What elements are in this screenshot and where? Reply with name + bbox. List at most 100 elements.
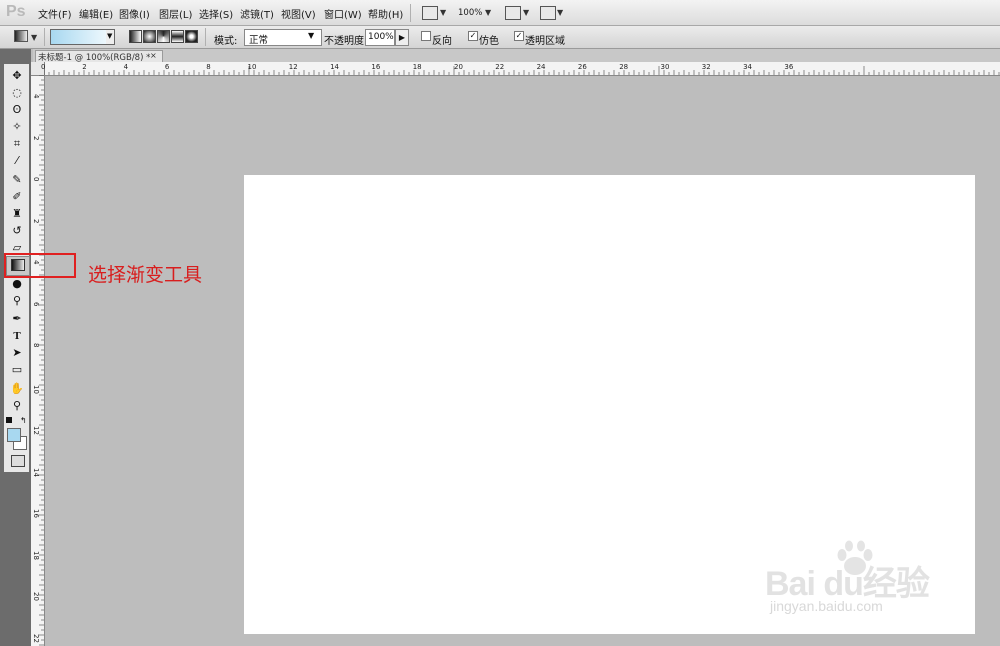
bridge-icon[interactable] <box>422 6 438 20</box>
tool-preset-icon[interactable] <box>14 30 28 42</box>
ruler-horizontal-label: 14 <box>330 63 340 71</box>
ruler-horizontal-label: 20 <box>454 63 463 71</box>
ruler-horizontal-label: 24 <box>536 63 546 71</box>
screen-mode-icon[interactable] <box>540 6 556 20</box>
menu-help[interactable]: 帮助(H) <box>368 6 403 21</box>
ruler-horizontal-label: 26 <box>577 63 587 71</box>
ruler-horizontal-label: 18 <box>412 63 422 71</box>
options-separator <box>44 28 45 46</box>
ruler-vertical-label: 8 <box>32 343 40 348</box>
document-tab-strip <box>33 49 1000 63</box>
ruler-horizontal-label: 28 <box>619 63 629 71</box>
gradient-preview[interactable] <box>50 29 108 45</box>
blur-tool-icon[interactable]: ● <box>8 276 26 292</box>
transparency-label: 透明区域 <box>525 36 565 47</box>
ruler-vertical-label: 4 <box>32 94 40 99</box>
ruler-horizontal-label: 6 <box>164 63 170 71</box>
dither-checkbox[interactable]: ✓ <box>468 31 478 41</box>
opacity-label: 不透明度: <box>324 36 368 47</box>
ruler-horizontal-label: 34 <box>743 63 753 71</box>
ruler-horizontal-label: 36 <box>784 63 794 71</box>
menu-select[interactable]: 选择(S) <box>199 6 233 21</box>
menu-image[interactable]: 图像(I) <box>119 6 150 21</box>
zoom-tool-icon[interactable]: ⚲ <box>8 398 26 414</box>
ruler-vertical-label: 12 <box>32 426 40 435</box>
menu-edit[interactable]: 编辑(E) <box>79 6 113 21</box>
ruler-vertical-ticks <box>39 75 44 646</box>
diamond-gradient-icon[interactable] <box>185 30 198 43</box>
path-selection-tool-icon[interactable]: ➤ <box>8 345 26 361</box>
marquee-tool-icon[interactable]: ◌ <box>8 85 26 101</box>
chevron-down-icon: ▼ <box>308 31 315 40</box>
ruler-horizontal-label: 8 <box>206 63 211 71</box>
ruler-horizontal-label: 12 <box>288 63 298 71</box>
hand-tool-icon[interactable]: ✋ <box>8 381 26 397</box>
crop-tool-icon[interactable]: ⌗ <box>8 136 26 152</box>
brush-tool-icon[interactable]: ✐ <box>8 189 26 205</box>
ruler-vertical-label: 22 <box>32 633 40 643</box>
annotation-text: 选择渐变工具 <box>88 264 203 286</box>
ruler-horizontal-label: 16 <box>371 63 381 71</box>
zoom-level[interactable]: 100% <box>458 8 482 18</box>
menu-window[interactable]: 窗口(W) <box>324 6 362 21</box>
ruler-vertical-label: 16 <box>32 509 40 518</box>
eyedropper-tool-icon[interactable]: ⁄ <box>8 153 26 169</box>
menu-file[interactable]: 文件(F) <box>38 6 72 21</box>
ruler-vertical-label: 10 <box>32 384 40 394</box>
ruler-vertical-label: 14 <box>32 467 40 477</box>
chevron-down-icon[interactable]: ▼ <box>440 8 446 17</box>
menu-view[interactable]: 视图(V) <box>281 6 316 21</box>
chevron-down-icon[interactable]: ▼ <box>523 8 529 17</box>
move-tool-icon[interactable]: ✥ <box>8 68 26 84</box>
clone-stamp-tool-icon[interactable]: ♜ <box>8 206 26 222</box>
app-logo: Ps <box>6 3 26 20</box>
reflected-gradient-icon[interactable] <box>171 30 184 43</box>
reverse-label: 反向 <box>432 36 452 47</box>
arrange-icon[interactable] <box>505 6 521 20</box>
watermark-url: jingyan.baidu.com <box>770 598 883 614</box>
transparency-checkbox[interactable]: ✓ <box>514 31 524 41</box>
healing-brush-tool-icon[interactable]: ✎ <box>8 172 26 188</box>
menu-layer[interactable]: 图层(L) <box>159 6 192 21</box>
gradient-picker-dropdown[interactable]: ▼ <box>106 29 115 45</box>
swap-colors-icon[interactable]: ↰ <box>20 416 27 425</box>
chevron-down-icon[interactable]: ▼ <box>485 8 491 17</box>
pen-tool-icon[interactable]: ✒ <box>8 311 26 327</box>
ruler-vertical-label: 6 <box>32 301 40 306</box>
ruler-horizontal-label: 0 <box>41 63 46 71</box>
default-colors-icon[interactable] <box>6 417 12 423</box>
type-tool-icon[interactable]: T <box>8 328 26 344</box>
chevron-down-icon[interactable]: ▼ <box>31 33 37 42</box>
annotation-highlight-box <box>4 253 76 278</box>
opacity-value: 100% <box>368 32 394 42</box>
ruler-horizontal-label: 30 <box>660 63 670 71</box>
close-icon[interactable]: × <box>150 51 157 60</box>
history-brush-tool-icon[interactable]: ↺ <box>8 223 26 239</box>
menu-filter[interactable]: 滤镜(T) <box>240 6 274 21</box>
radial-gradient-icon[interactable] <box>143 30 156 43</box>
ruler-horizontal-label: 4 <box>123 63 129 71</box>
dither-label: 仿色 <box>479 36 499 47</box>
ruler-horizontal-label: 2 <box>82 63 87 71</box>
ruler-horizontal-label: 22 <box>495 63 505 71</box>
chevron-down-icon[interactable]: ▼ <box>557 8 563 17</box>
magic-wand-tool-icon[interactable]: ✧ <box>8 119 26 135</box>
mode-value: 正常 <box>249 35 269 46</box>
ruler-horizontal-ticks <box>44 66 1000 75</box>
ruler-horizontal-label: 32 <box>701 63 711 71</box>
ruler-vertical-label: 20 <box>32 592 40 601</box>
foreground-color-swatch[interactable] <box>7 428 21 442</box>
menu-bar <box>0 0 1000 26</box>
opacity-slider-button[interactable]: ▶ <box>395 29 409 46</box>
options-separator <box>205 28 206 46</box>
linear-gradient-icon[interactable] <box>129 30 142 43</box>
ruler-horizontal-label: 10 <box>247 63 257 71</box>
dodge-tool-icon[interactable]: ⚲ <box>8 293 26 309</box>
shape-tool-icon[interactable]: ▭ <box>8 362 26 378</box>
reverse-checkbox[interactable] <box>421 31 431 41</box>
mode-label: 模式: <box>214 36 238 47</box>
quick-mask-icon[interactable] <box>11 455 25 467</box>
lasso-tool-icon[interactable]: ʘ <box>8 102 26 118</box>
ruler-vertical-label: 2 <box>32 135 40 140</box>
angle-gradient-icon[interactable] <box>157 30 170 43</box>
